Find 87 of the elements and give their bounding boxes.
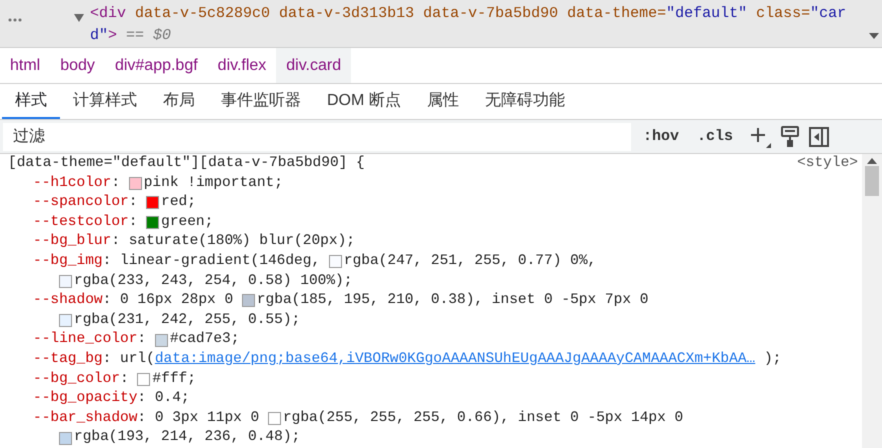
- panel-tab[interactable]: 布局: [150, 84, 208, 119]
- toolbar-toggle[interactable]: :hov: [637, 128, 686, 145]
- expand-triangle-icon[interactable]: [74, 14, 84, 22]
- color-swatch-icon[interactable]: [146, 196, 160, 210]
- colon: :: [102, 252, 112, 271]
- property-name[interactable]: --line_color: [33, 330, 138, 350]
- source-link[interactable]: <style>: [797, 154, 862, 174]
- scrollbar-thumb[interactable]: [865, 166, 879, 196]
- property-value: rgba(233, 243, 254, 0.58) 100%);: [74, 272, 352, 291]
- toolbar-toggle[interactable]: .cls: [691, 128, 740, 145]
- colon: :: [120, 370, 130, 389]
- panel-tab[interactable]: 事件监听器: [208, 84, 314, 119]
- more-icon[interactable]: [8, 18, 22, 22]
- property-value: rgba(185, 195, 210, 0.38), inset 0 -5px 7px 0: [256, 291, 648, 310]
- data-url-link[interactable]: data:image/png;base64,iVBORw0KGgoAAAANSUhEUgAAAJgAAAAyCAMAAACXm+KbAA…: [154, 350, 756, 370]
- colon: :: [137, 330, 148, 350]
- property-value: 0 16px 28px 0: [120, 291, 234, 310]
- property-name[interactable]: --shadow: [33, 291, 103, 311]
- color-swatch-icon[interactable]: [154, 334, 168, 347]
- html-tag: >: [108, 27, 118, 44]
- panel-tab[interactable]: 属性: [414, 84, 472, 119]
- colon: :: [137, 389, 148, 408]
- scroll-down-icon[interactable]: [869, 33, 879, 39]
- property-name[interactable]: --bg_opacity: [33, 389, 138, 409]
- property-value: 0.4;: [154, 389, 190, 408]
- sidebar-toggle-icon[interactable]: [809, 126, 830, 146]
- attribute-name: data-theme=: [566, 5, 666, 22]
- breadcrumb[interactable]: html: [0, 48, 50, 83]
- color-swatch-icon[interactable]: [59, 432, 72, 445]
- property-value: );: [762, 350, 782, 369]
- breadcrumb[interactable]: div.flex: [208, 48, 276, 83]
- colon: :: [128, 212, 138, 232]
- color-swatch-icon[interactable]: [128, 176, 142, 190]
- property-value: url(: [120, 350, 155, 369]
- property-value: #cad7e3;: [170, 330, 240, 350]
- property-name[interactable]: --bg_blur: [33, 232, 112, 252]
- color-swatch-icon[interactable]: [268, 412, 281, 426]
- property-name[interactable]: --h1color: [33, 174, 112, 194]
- color-swatch-icon[interactable]: [242, 294, 255, 308]
- property-value: rgba(255, 255, 255, 0.66), inset 0 -5px 14px 0: [282, 408, 684, 428]
- property-name[interactable]: --testcolor: [33, 212, 129, 232]
- property-value: 0 3px 11px 0: [154, 408, 260, 428]
- scroll-up-icon[interactable]: [867, 158, 877, 164]
- property-value: pink !important;: [144, 174, 283, 193]
- color-swatch-icon[interactable]: [328, 255, 342, 268]
- color-swatch-icon[interactable]: [146, 216, 160, 230]
- property-value: linear-gradient(146deg,: [120, 252, 322, 271]
- property-name[interactable]: --bg_img: [33, 252, 103, 272]
- color-swatch-icon[interactable]: [59, 274, 72, 288]
- attribute-name: class=: [755, 5, 810, 22]
- selected-node-hint: == $0: [125, 27, 172, 44]
- attribute-name: data-v-3d313b13: [278, 5, 414, 22]
- panel-tab[interactable]: 无障碍功能: [472, 84, 578, 119]
- attribute-name: data-v-5c8289c0: [134, 5, 270, 22]
- attribute-value: "default": [666, 5, 748, 22]
- color-swatch-icon[interactable]: [59, 314, 72, 328]
- html-tag: <div: [90, 5, 126, 22]
- property-value: red;: [161, 193, 196, 212]
- css-selector: [data-theme="default"][data-v-7ba5bd90] {: [8, 154, 365, 173]
- property-value: green;: [161, 212, 214, 232]
- panel-tab[interactable]: DOM 断点: [314, 84, 414, 119]
- colon: :: [102, 291, 112, 310]
- breadcrumb[interactable]: div#app.bgf: [104, 48, 208, 83]
- panel-tab[interactable]: 计算样式: [60, 84, 150, 119]
- property-value: #fff;: [152, 370, 196, 389]
- property-name[interactable]: --tag_bg: [33, 350, 103, 370]
- property-value: rgba(193, 214, 236, 0.48);: [74, 428, 300, 448]
- filter-field[interactable]: 过滤: [3, 122, 631, 150]
- breadcrumb[interactable]: body: [50, 48, 105, 83]
- property-name[interactable]: --spancolor: [33, 193, 129, 213]
- colon: :: [111, 232, 122, 252]
- colon: :: [111, 174, 122, 193]
- color-swatch-icon[interactable]: [137, 372, 150, 386]
- colon: :: [102, 350, 112, 369]
- colon: :: [137, 408, 148, 428]
- colon: :: [128, 193, 138, 212]
- attribute-value: d": [90, 27, 108, 44]
- paint-brush-icon[interactable]: [781, 126, 800, 148]
- property-name[interactable]: --bg_color: [33, 370, 120, 390]
- attribute-name: data-v-7ba5bd90: [422, 5, 558, 22]
- property-value: rgba(231, 242, 255, 0.55);: [74, 310, 300, 330]
- attribute-value: "car: [810, 5, 846, 22]
- property-name[interactable]: --bar_shadow: [33, 408, 138, 428]
- property-value: saturate(180%) blur(20px);: [128, 232, 355, 252]
- property-value: rgba(247, 251, 255, 0.77) 0%,: [344, 252, 596, 271]
- add-rule-icon[interactable]: [749, 126, 772, 148]
- breadcrumb[interactable]: div.card: [276, 48, 352, 83]
